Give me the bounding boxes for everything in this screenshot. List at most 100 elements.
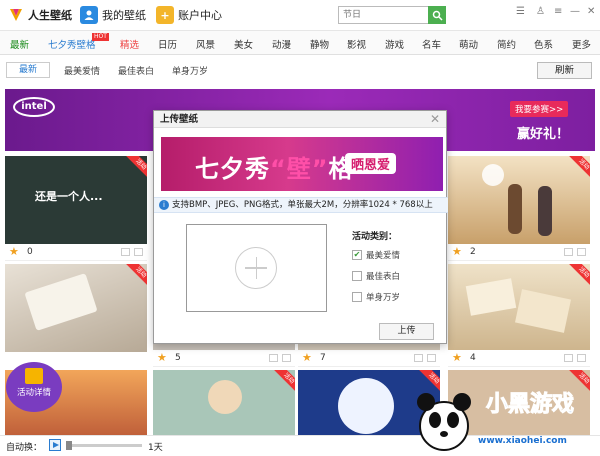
interval-slider[interactable] — [66, 441, 142, 450]
category-latest[interactable]: 最新 — [10, 37, 29, 51]
category-anime[interactable]: 动漫 — [272, 37, 291, 51]
option-label: 单身万岁 — [366, 293, 401, 303]
download-icon[interactable] — [577, 354, 586, 362]
event-details-button[interactable]: 活动详情 — [6, 362, 62, 412]
wallpaper-tile[interactable]: 活动 — [448, 264, 590, 352]
nav-account-center-label: 账户中心 — [178, 9, 222, 22]
join-contest-button[interactable]: 我要参赛>> — [510, 101, 569, 117]
tile-info-bar: ★ 0 — [5, 244, 147, 261]
option-best-confession[interactable]: 最佳表白 — [352, 270, 400, 282]
download-icon[interactable] — [282, 354, 291, 362]
checkbox-icon[interactable] — [352, 292, 362, 302]
wallpaper-tile[interactable]: 活动 — [448, 156, 590, 244]
dialog-banner: 七夕秀“壁”格 晒恩爱 — [161, 137, 443, 191]
search-button[interactable] — [428, 6, 446, 24]
category-still-life[interactable]: 静物 — [310, 37, 329, 51]
watermark-url: www.xiaohei.com — [478, 436, 567, 446]
download-icon[interactable] — [427, 354, 436, 362]
category-colors[interactable]: 色系 — [534, 37, 553, 51]
download-icon[interactable] — [577, 248, 586, 256]
plus-icon: + — [156, 6, 174, 24]
event-badge: 活动 — [271, 370, 295, 396]
star-icon[interactable]: ★ — [452, 245, 462, 258]
category-scenery[interactable]: 风景 — [196, 37, 215, 51]
preview-icon[interactable] — [564, 248, 573, 256]
auto-change-label: 自动换： — [6, 443, 43, 453]
category-film[interactable]: 影视 — [347, 37, 366, 51]
event-badge: 活动 — [123, 156, 147, 182]
star-icon[interactable]: ★ — [452, 351, 462, 364]
option-single[interactable]: 单身万岁 — [352, 291, 400, 303]
wallpaper-tile[interactable]: 活动 — [5, 264, 147, 352]
minimize-icon[interactable]: — — [570, 6, 580, 17]
nav-my-wallpapers-label: 我的壁纸 — [102, 9, 146, 22]
search-input[interactable] — [339, 7, 427, 23]
image-drop-area[interactable] — [186, 224, 327, 312]
search-box — [338, 6, 446, 24]
close-icon[interactable]: ✕ — [587, 6, 595, 17]
dialog-close-icon[interactable]: ✕ — [430, 112, 440, 126]
figure-graphic — [508, 184, 522, 234]
checkbox-checked-icon[interactable]: ✔ — [352, 250, 362, 260]
tile-info-bar: ★ 7 — [298, 350, 440, 367]
event-badge: 活动 — [123, 264, 147, 290]
subtab-latest[interactable]: 最新 — [6, 62, 50, 78]
shirt-icon[interactable]: ♙ — [536, 6, 545, 17]
event-badge: 活动 — [566, 264, 590, 290]
category-cute[interactable]: 萌动 — [459, 37, 478, 51]
person-icon — [80, 6, 98, 24]
panda-mascot-icon — [417, 393, 471, 451]
skin-icon[interactable]: ☰ — [516, 6, 525, 17]
category-beauty[interactable]: 美女 — [234, 37, 253, 51]
nav-account-center[interactable]: + 账户中心 — [156, 6, 222, 24]
cartoon-graphic — [208, 380, 242, 414]
star-icon[interactable]: ★ — [9, 245, 19, 258]
checkbox-icon[interactable] — [352, 271, 362, 281]
subtab-best-confession[interactable]: 最佳表白 — [118, 64, 154, 77]
upload-button[interactable]: 上传 — [379, 323, 434, 340]
app-logo-icon — [10, 9, 22, 21]
category-minimal[interactable]: 简约 — [497, 37, 516, 51]
option-best-love[interactable]: ✔ 最美爱情 — [352, 249, 400, 261]
category-calendar[interactable]: 日历 — [158, 37, 177, 51]
tile-info-bar: ★ 2 — [448, 244, 590, 261]
banner-prize-text: 赢好礼！ — [517, 127, 570, 142]
option-label: 最佳表白 — [366, 272, 401, 282]
star-icon[interactable]: ★ — [302, 351, 312, 364]
category-games[interactable]: 游戏 — [385, 37, 404, 51]
category-more[interactable]: 更多 — [572, 37, 591, 51]
gift-icon — [25, 368, 43, 384]
play-icon[interactable] — [49, 439, 61, 451]
preview-icon[interactable] — [564, 354, 573, 362]
refresh-button[interactable]: 刷新 — [537, 62, 592, 79]
format-info-text: 支持BMP、JPEG、PNG格式，单张最大2M，分辨率1024 * 768以上 — [172, 200, 433, 210]
category-qixi[interactable]: 七夕秀壁格 — [48, 37, 96, 51]
subtab-single[interactable]: 单身万岁 — [172, 64, 208, 77]
preview-icon[interactable] — [414, 354, 423, 362]
like-count: 4 — [470, 353, 476, 363]
preview-icon[interactable] — [121, 248, 130, 256]
download-icon[interactable] — [134, 248, 143, 256]
category-cars[interactable]: 名车 — [422, 37, 441, 51]
letter-graphic — [515, 289, 571, 333]
interval-value: 1天 — [148, 443, 163, 453]
wallpaper-tile[interactable]: 活动 — [153, 370, 295, 435]
letter-graphic — [465, 278, 517, 316]
wallpaper-tile[interactable]: 还是一个人... 活动 — [5, 156, 147, 244]
like-count: 7 — [320, 353, 326, 363]
activity-category-label: 活动类别： — [352, 232, 398, 242]
watermark-title: 小黑游戏 — [485, 392, 575, 418]
dialog-title: 上传壁纸 — [154, 111, 446, 128]
subtab-best-love[interactable]: 最美爱情 — [64, 64, 100, 77]
nav-my-wallpapers[interactable]: 我的壁纸 — [80, 6, 146, 24]
app-brand: 人生壁纸 — [8, 7, 72, 23]
slider-knob[interactable] — [66, 441, 72, 450]
event-badge: 活动 — [566, 156, 590, 182]
menu-icon[interactable]: ≡ — [554, 6, 562, 17]
preview-icon[interactable] — [269, 354, 278, 362]
category-featured[interactable]: 精选 — [120, 37, 139, 51]
intel-logo: intel — [13, 97, 55, 117]
star-icon[interactable]: ★ — [157, 351, 167, 364]
watermark: 小黑游戏 www.xiaohei.com — [408, 380, 600, 453]
tile-info-bar: ★ 4 — [448, 350, 590, 367]
